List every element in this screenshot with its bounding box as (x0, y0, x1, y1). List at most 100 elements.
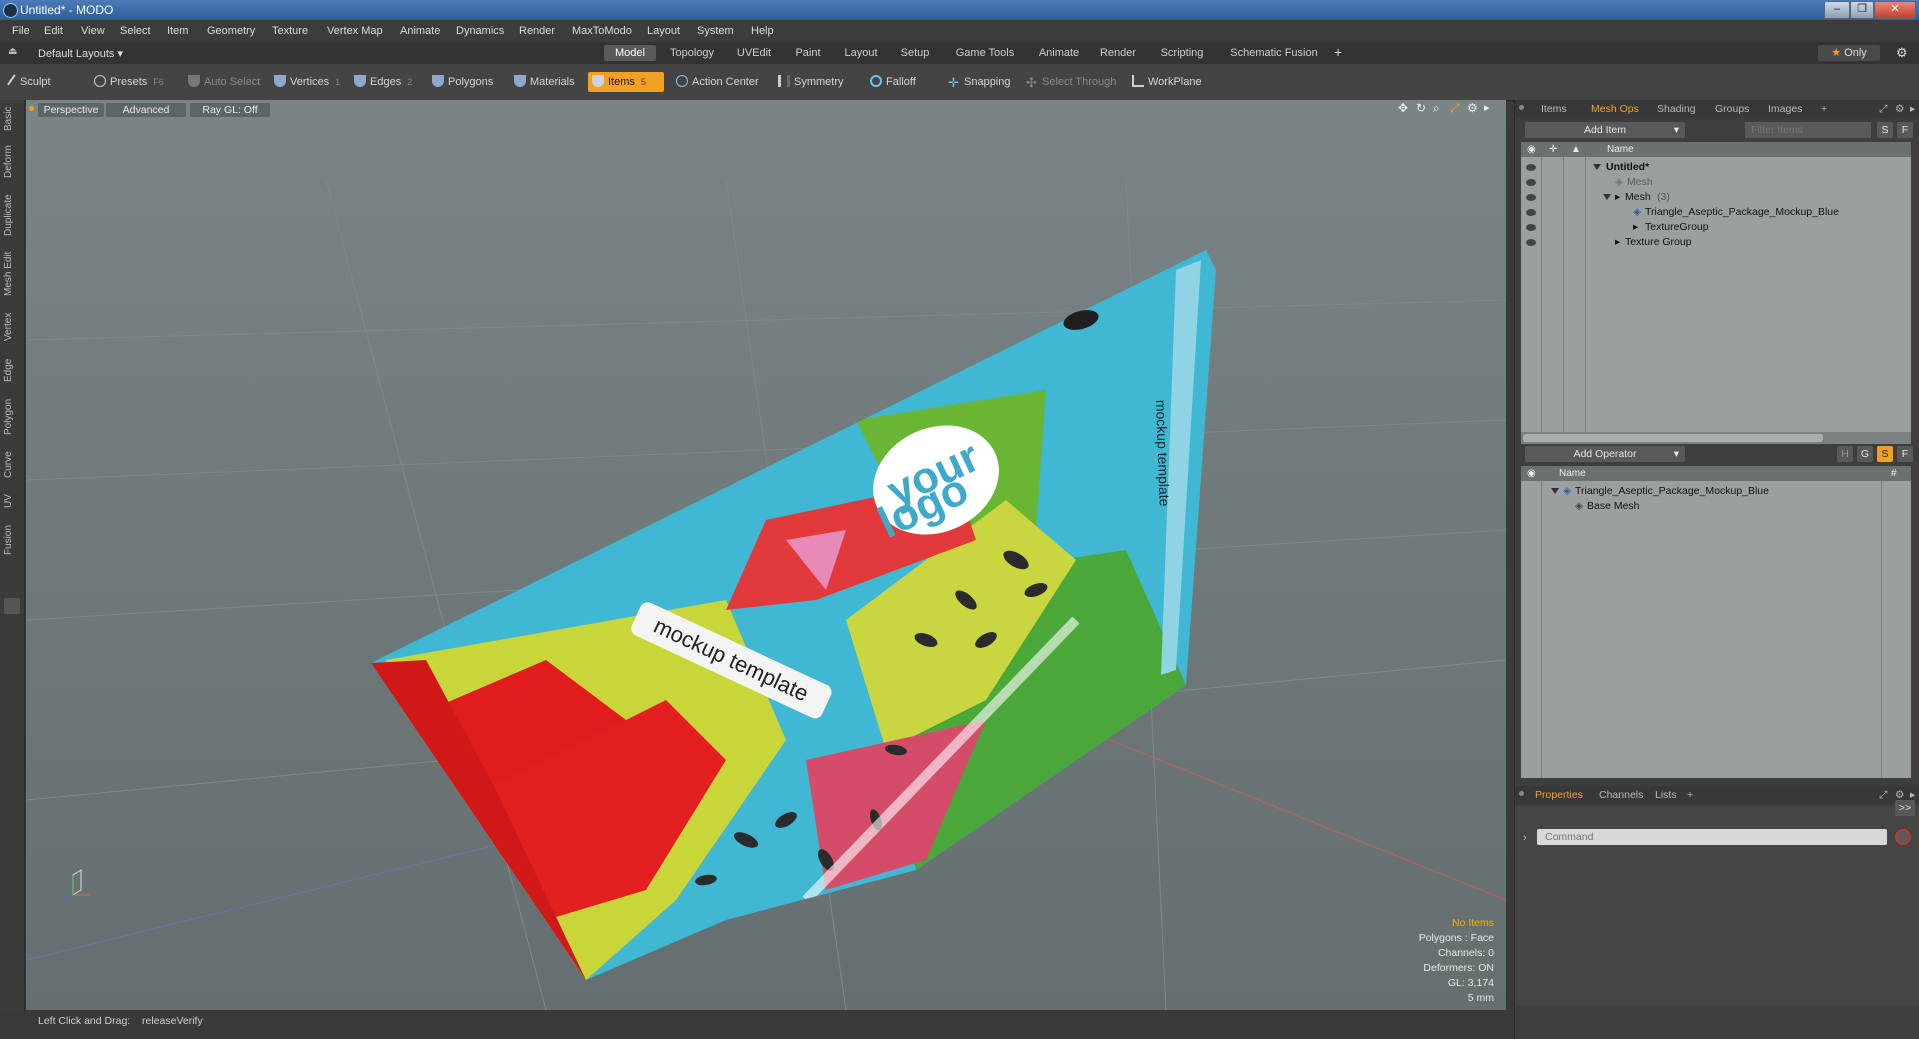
menu-layout[interactable]: Layout (647, 25, 680, 37)
tab-items[interactable]: Items (1541, 103, 1567, 115)
sculpt-button[interactable]: Sculpt (6, 72, 55, 92)
viewport-expand-icon[interactable]: ▸ (1484, 101, 1490, 114)
3d-viewport[interactable]: your logo mockup template mockup templat… (26, 100, 1506, 1010)
tab-uv[interactable]: UV (3, 492, 21, 510)
snapping-button[interactable]: ✛ Snapping (944, 72, 1015, 92)
operator-tree[interactable]: ◉ Name # ◈ Triangle_Aseptic_Package_Mock… (1521, 466, 1911, 778)
eye-icon[interactable] (1526, 239, 1536, 246)
menu-edit[interactable]: Edit (44, 25, 63, 37)
viewport-canvas[interactable]: your logo mockup template mockup templat… (26, 100, 1506, 1010)
filter-f-button[interactable]: F (1897, 122, 1913, 138)
expand-properties-button[interactable]: >> (1895, 800, 1915, 816)
tab-lists[interactable]: Lists (1655, 789, 1677, 801)
tab-paint[interactable]: Paint (786, 45, 830, 61)
eye-icon[interactable] (1526, 164, 1536, 171)
shading-dropdown[interactable]: Advanced (106, 103, 186, 117)
raygl-toggle[interactable]: Ray GL: Off (190, 103, 270, 117)
tab-mesh-ops[interactable]: Mesh Ops (1591, 103, 1639, 115)
name-column-header[interactable]: Name (1607, 142, 1634, 157)
filter-s-button[interactable]: S (1877, 122, 1893, 138)
tab-fusion[interactable]: Fusion (3, 522, 21, 558)
tree-row-mesh-ghost[interactable]: ◈ Mesh (1521, 174, 1911, 190)
menu-system[interactable]: System (697, 25, 734, 37)
viewport-settings-icon[interactable]: ⚙ (1467, 101, 1478, 115)
item-tree[interactable]: ◉ ✛ ▲ Name Untitled* ◈ Mesh ▸ Mesh (3) ◈ (1521, 142, 1911, 444)
tab-schematic-fusion[interactable]: Schematic Fusion (1220, 45, 1328, 61)
eye-icon[interactable] (1526, 224, 1536, 231)
only-toggle[interactable]: ★ Only (1818, 45, 1880, 61)
menu-render[interactable]: Render (519, 25, 555, 37)
maximize-button[interactable]: ❐ (1850, 1, 1874, 19)
tabs-collapse-button[interactable] (4, 598, 20, 614)
panel-popout-icon[interactable]: ⤢ (1879, 103, 1887, 116)
add-panel-tab-icon[interactable]: + (1821, 103, 1827, 115)
falloff-button[interactable]: Falloff (866, 72, 920, 92)
tab-render[interactable]: Render (1092, 45, 1144, 61)
panel-settings-icon[interactable]: ⚙ (1895, 103, 1904, 115)
close-button[interactable]: ✕ (1874, 1, 1916, 19)
panel-popout-icon[interactable]: ⤢ (1879, 789, 1887, 802)
menu-vertex-map[interactable]: Vertex Map (327, 25, 383, 37)
fit-view-icon[interactable]: ⤢ (1450, 101, 1460, 116)
record-icon[interactable] (1895, 829, 1911, 845)
layout-switch-icon[interactable]: ⏏ (8, 46, 17, 57)
operator-f-button[interactable]: F (1897, 446, 1913, 462)
tab-vertex[interactable]: Vertex (3, 310, 21, 344)
menu-help[interactable]: Help (751, 25, 774, 37)
expand-arrow-icon[interactable] (1593, 164, 1601, 170)
tree-row-texturegroup[interactable]: ▸ TextureGroup (1521, 219, 1911, 235)
menu-geometry[interactable]: Geometry (207, 25, 255, 37)
filter-items-input[interactable] (1745, 122, 1871, 138)
command-input[interactable] (1537, 829, 1887, 845)
vertices-button[interactable]: Vertices 1 (270, 72, 344, 92)
polygons-button[interactable]: Polygons (428, 72, 497, 92)
zoom-icon[interactable]: ⌕ (1433, 101, 1440, 116)
layout-preset-dropdown[interactable]: Default Layouts ▾ (38, 47, 123, 60)
tab-scripting[interactable]: Scripting (1150, 45, 1214, 61)
workplane-button[interactable]: WorkPlane (1128, 72, 1206, 92)
tab-uvedit[interactable]: UVEdit (728, 45, 780, 61)
viewport-menu-dot[interactable] (29, 106, 34, 111)
add-item-dropdown[interactable]: Add Item ▾ (1525, 122, 1685, 138)
operator-g-button[interactable]: G (1857, 446, 1873, 462)
tab-polygon[interactable]: Polygon (3, 396, 21, 438)
menu-animate[interactable]: Animate (400, 25, 440, 37)
tab-channels[interactable]: Channels (1599, 789, 1643, 801)
tab-edge[interactable]: Edge (3, 356, 21, 384)
tab-game-tools[interactable]: Game Tools (944, 45, 1026, 61)
menu-dynamics[interactable]: Dynamics (456, 25, 504, 37)
gear-icon[interactable]: ⚙ (1896, 45, 1908, 61)
rotate-icon[interactable]: ↻ (1416, 101, 1426, 115)
minimize-button[interactable]: – (1824, 1, 1850, 19)
items-button[interactable]: Items 5 (588, 72, 664, 92)
tab-model[interactable]: Model (604, 45, 656, 61)
presets-button[interactable]: Presets F6 (90, 72, 168, 92)
eye-icon[interactable] (1526, 209, 1536, 216)
expand-arrow-icon[interactable] (1551, 488, 1559, 494)
expand-arrow-icon[interactable] (1603, 194, 1611, 200)
menu-select[interactable]: Select (120, 25, 151, 37)
tree-row-untitled[interactable]: Untitled* (1521, 159, 1911, 175)
tab-deform[interactable]: Deform (3, 144, 21, 180)
operator-h-button[interactable]: H (1837, 446, 1853, 462)
menu-file[interactable]: File (12, 25, 30, 37)
eye-icon[interactable] (1526, 179, 1536, 186)
auto-select-button[interactable]: Auto Select (184, 72, 264, 92)
add-panel-tab-icon[interactable]: + (1687, 789, 1693, 801)
tree-row-mesh-group[interactable]: ▸ Mesh (3) (1521, 189, 1911, 205)
pan-icon[interactable]: ✥ (1398, 101, 1408, 115)
select-through-button[interactable]: ✣ Select Through (1022, 72, 1120, 92)
menu-view[interactable]: View (81, 25, 105, 37)
operator-row-package[interactable]: ◈ Triangle_Aseptic_Package_Mockup_Blue (1521, 483, 1911, 499)
operator-row-base-mesh[interactable]: ◈ Base Mesh (1521, 498, 1911, 514)
tab-curve[interactable]: Curve (3, 450, 21, 480)
eye-icon[interactable] (1526, 194, 1536, 201)
menu-texture[interactable]: Texture (272, 25, 308, 37)
edges-button[interactable]: Edges 2 (350, 72, 416, 92)
panel-menu-dot[interactable] (1519, 105, 1524, 110)
tab-topology[interactable]: Topology (662, 45, 722, 61)
add-tab-icon[interactable]: + (1334, 44, 1342, 60)
panel-expand-icon[interactable]: ▸ (1910, 103, 1915, 115)
panel-menu-dot[interactable] (1519, 791, 1524, 796)
operator-s-button[interactable]: S (1877, 446, 1893, 462)
